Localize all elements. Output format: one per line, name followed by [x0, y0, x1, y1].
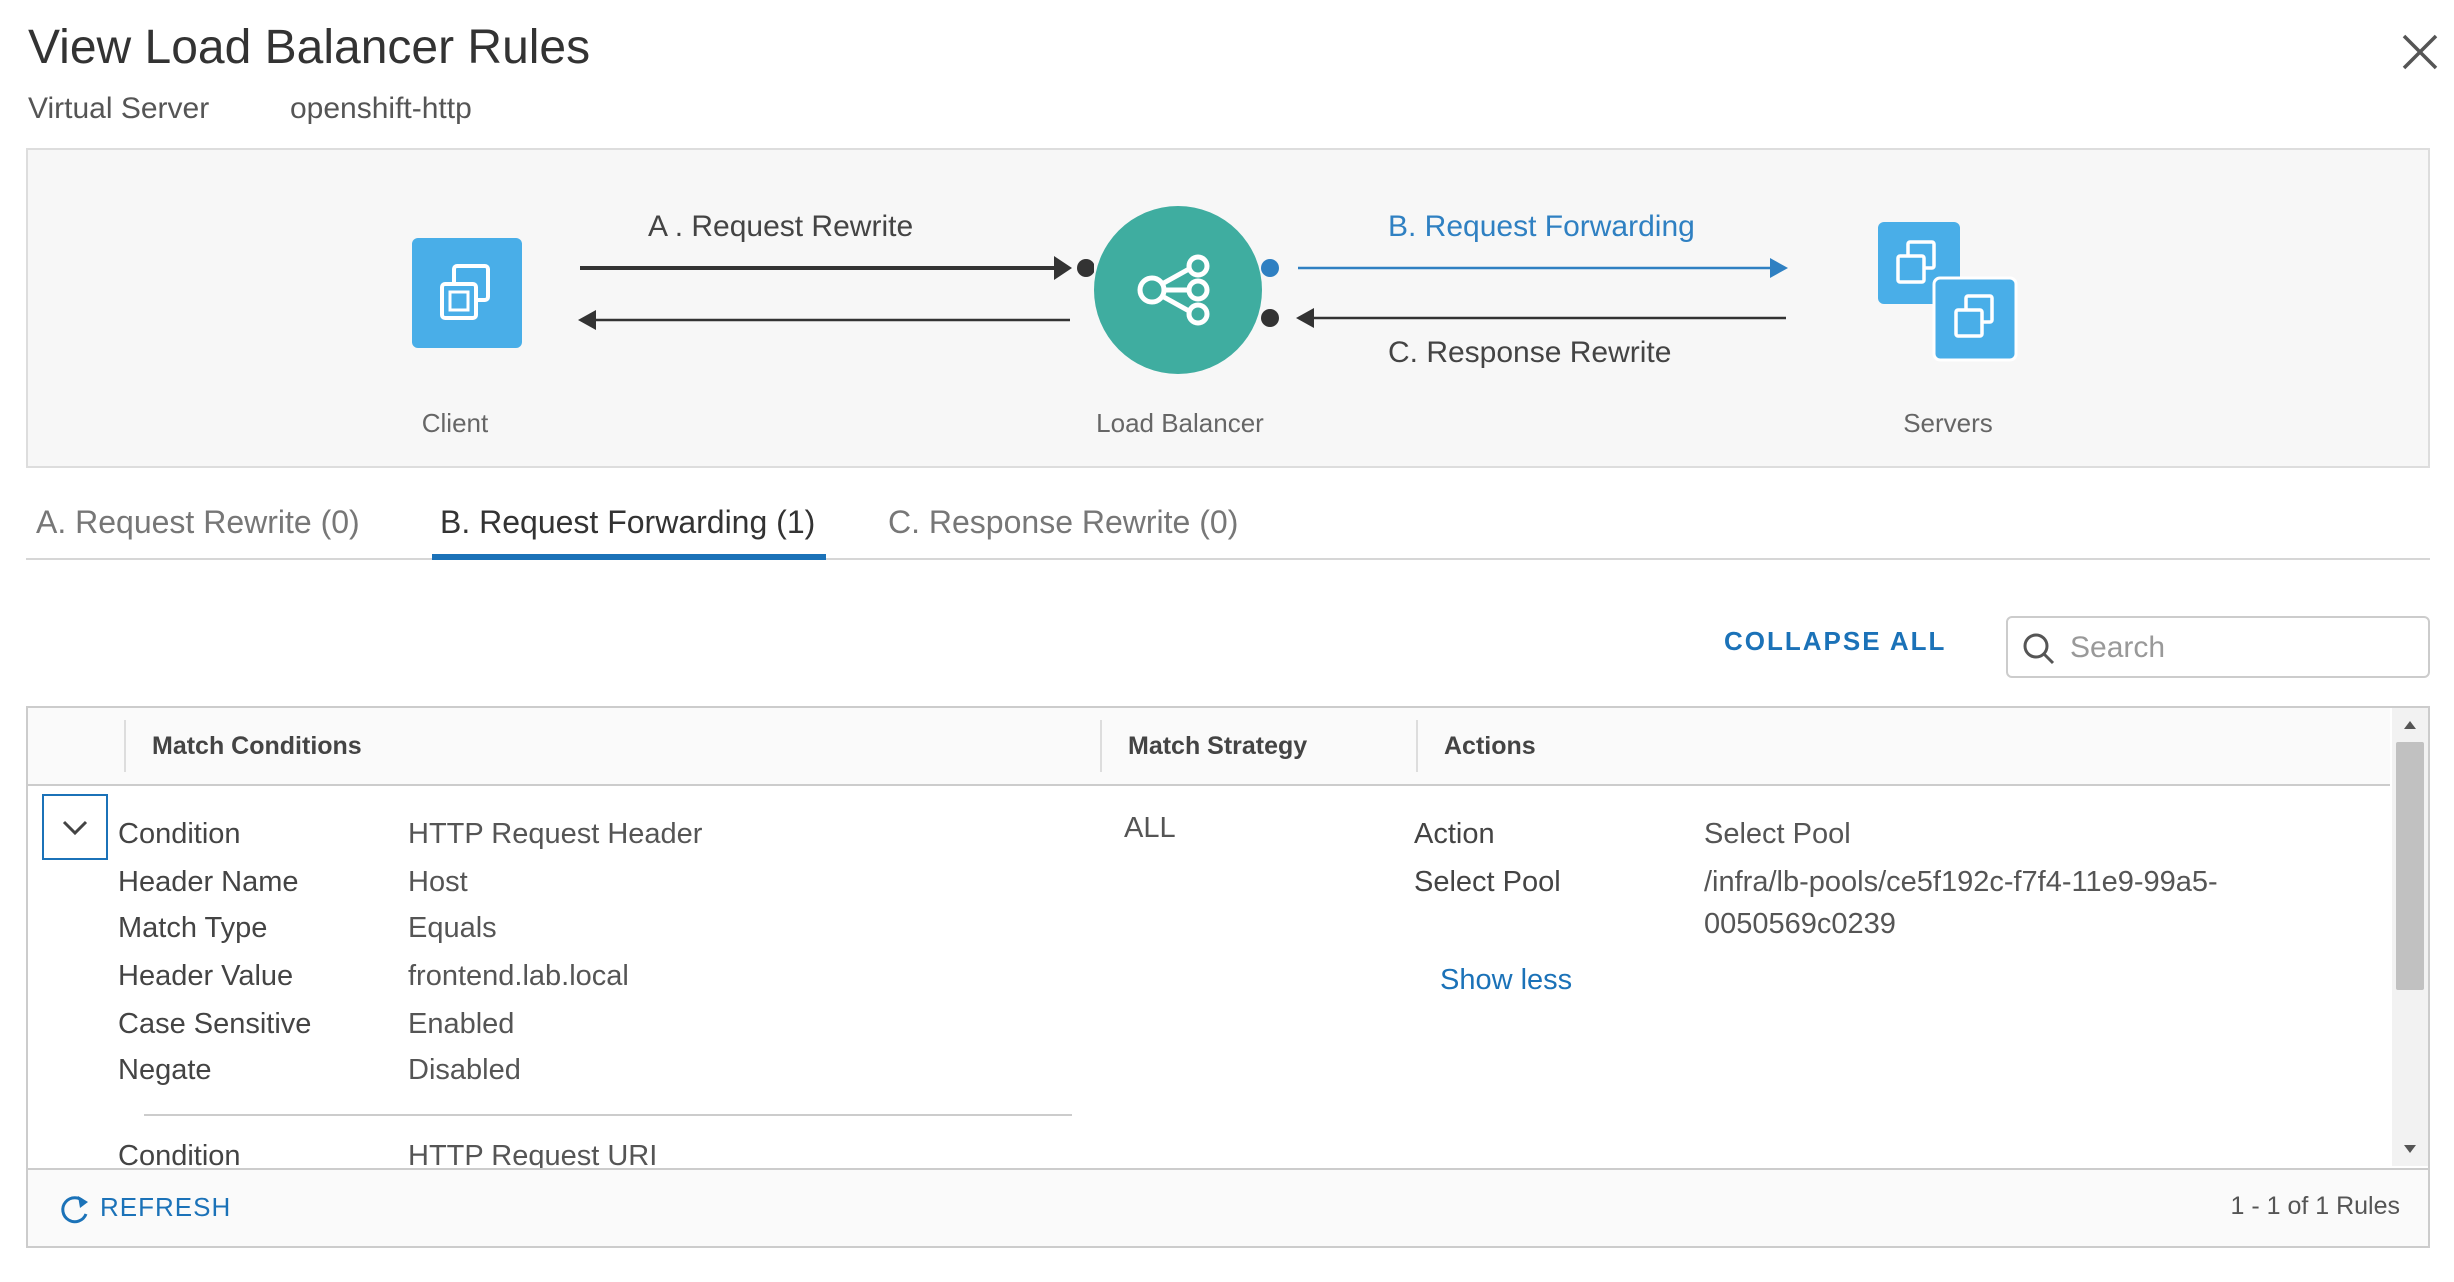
client-lb-arrows	[578, 256, 1094, 330]
refresh-icon	[61, 1196, 88, 1224]
case-sensitive-label: Case Sensitive	[118, 1008, 312, 1040]
response-rewrite-arrow-label: C. Response Rewrite	[1388, 336, 1672, 369]
refresh-label[interactable]: REFRESH	[100, 1192, 231, 1223]
column-header-match-conditions[interactable]: Match Conditions	[152, 732, 362, 761]
load-balancer-caption: Load Balancer	[1096, 408, 1264, 438]
client-icon	[412, 238, 522, 348]
select-pool-path: /infra/lb-pools/ce5f192c-f7f4-11e9-99a5-	[1704, 866, 2218, 898]
negate-label: Negate	[118, 1054, 212, 1086]
negate-value: Disabled	[408, 1054, 521, 1086]
scrollbar-thumb[interactable]	[2396, 742, 2424, 990]
chevron-down-icon	[62, 820, 88, 836]
datagrid-footer	[28, 1168, 2428, 1246]
column-header-match-strategy[interactable]: Match Strategy	[1128, 732, 1307, 761]
search-box[interactable]	[2006, 616, 2430, 678]
scroll-down-arrow[interactable]	[2396, 1136, 2424, 1162]
header-name-label: Header Name	[118, 866, 299, 898]
header-value-value: frontend.lab.local	[408, 960, 629, 992]
match-type-value: Equals	[408, 912, 497, 944]
column-separator[interactable]	[1100, 720, 1102, 772]
condition-divider	[144, 1114, 1072, 1116]
active-tab-indicator	[432, 554, 826, 560]
rules-datagrid	[26, 706, 2430, 1248]
request-rewrite-arrow-label: A . Request Rewrite	[648, 210, 914, 243]
action-value: Select Pool	[1704, 818, 1851, 850]
client-caption: Client	[421, 408, 489, 438]
header-name-value: Host	[408, 866, 468, 898]
select-pool-label: Select Pool	[1414, 866, 1561, 898]
close-button[interactable]	[2396, 28, 2444, 76]
action-label: Action	[1414, 818, 1495, 850]
servers-caption: Servers	[1903, 408, 1993, 438]
search-icon	[2023, 633, 2055, 665]
column-header-actions[interactable]: Actions	[1444, 732, 1536, 761]
case-sensitive-value: Enabled	[408, 1008, 515, 1040]
tab-request-rewrite[interactable]: A. Request Rewrite (0)	[36, 504, 360, 541]
match-type-label: Match Type	[118, 912, 268, 944]
select-pool-path-continued: 0050569c0239	[1704, 908, 1896, 940]
condition-value: HTTP Request Header	[408, 818, 703, 850]
dialog-title: View Load Balancer Rules	[28, 21, 591, 74]
column-separator[interactable]	[1416, 720, 1418, 772]
virtual-server-name: openshift-http	[290, 92, 472, 125]
column-separator	[124, 720, 126, 772]
tabs-divider	[26, 558, 2430, 560]
header-value-label: Header Value	[118, 960, 294, 992]
tab-response-rewrite[interactable]: C. Response Rewrite (0)	[888, 504, 1238, 541]
close-icon[interactable]	[2396, 28, 2444, 76]
servers-icon	[1878, 222, 2018, 362]
match-strategy-value: ALL	[1124, 812, 1176, 844]
scroll-up-arrow[interactable]	[2396, 712, 2424, 738]
condition-label: Condition	[118, 818, 241, 850]
show-less-link[interactable]: Show less	[1440, 964, 1572, 997]
collapse-all-button[interactable]: COLLAPSE ALL	[1724, 626, 1946, 657]
lb-servers-arrows	[1261, 258, 1788, 328]
row-expand-toggle[interactable]	[42, 794, 108, 860]
virtual-server-label: Virtual Server	[28, 92, 210, 125]
pagination-count: 1 - 1 of 1 Rules	[2230, 1192, 2400, 1220]
search-input[interactable]	[2068, 626, 2422, 670]
load-balancer-icon	[1094, 206, 1262, 374]
request-forwarding-arrow-label: B. Request Forwarding	[1388, 210, 1695, 243]
tab-request-forwarding[interactable]: B. Request Forwarding (1)	[440, 504, 815, 541]
